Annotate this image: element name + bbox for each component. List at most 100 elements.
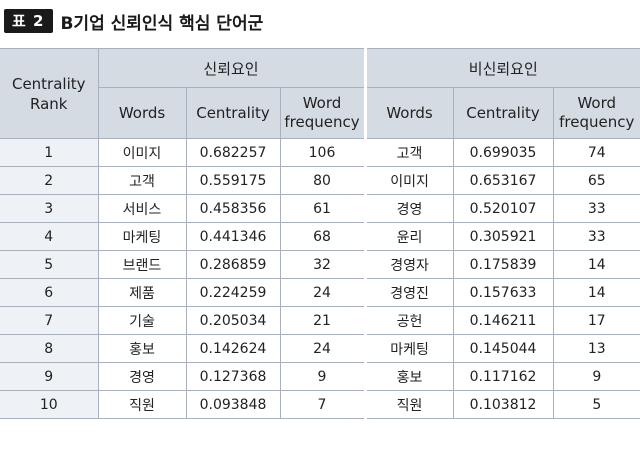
rank-cell: 9	[0, 362, 99, 391]
trust-centrality-cell: 0.142624	[185, 334, 281, 363]
distrust-frequency-cell: 9	[552, 362, 640, 391]
rank-cell: 1	[0, 138, 99, 167]
trust-frequency-cell: 68	[279, 222, 366, 251]
table-row: 7 기술 0.205034 21 공헌 0.146211 17	[0, 306, 640, 335]
trust-word-cell: 직원	[97, 390, 187, 419]
trust-frequency-cell: 9	[279, 362, 366, 391]
trust-centrality-cell: 0.682257	[185, 138, 281, 167]
distrust-frequency-cell: 14	[552, 250, 640, 279]
distrust-word-cell: 홍보	[363, 362, 454, 391]
rank-cell: 7	[0, 306, 99, 335]
centrality-table: Centrality Rank 신뢰요인 비신뢰요인 Words Central…	[0, 48, 640, 419]
distrust-words-header: Words	[363, 87, 454, 139]
trust-frequency-cell: 24	[279, 334, 366, 363]
distrust-centrality-cell: 0.117162	[452, 362, 554, 391]
trust-word-cell: 기술	[97, 306, 187, 335]
distrust-frequency-cell: 74	[552, 138, 640, 167]
rank-header: Centrality Rank	[0, 48, 99, 139]
trust-centrality-cell: 0.093848	[185, 390, 281, 419]
rank-cell: 5	[0, 250, 99, 279]
trust-frequency-cell: 21	[279, 306, 366, 335]
distrust-centrality-cell: 0.145044	[452, 334, 554, 363]
trust-group-header: 신뢰요인	[97, 48, 366, 88]
frequency-header-line1: Word	[577, 94, 617, 112]
distrust-centrality-cell: 0.157633	[452, 278, 554, 307]
distrust-centrality-cell: 0.305921	[452, 222, 554, 251]
table-row: 3 서비스 0.458356 61 경영 0.520107 33	[0, 194, 640, 223]
distrust-frequency-cell: 17	[552, 306, 640, 335]
trust-word-cell: 고객	[97, 166, 187, 195]
distrust-word-cell: 경영자	[363, 250, 454, 279]
trust-frequency-cell: 32	[279, 250, 366, 279]
frequency-header-line2: frequency	[284, 113, 360, 131]
table-row: 9 경영 0.127368 9 홍보 0.117162 9	[0, 362, 640, 391]
trust-word-cell: 경영	[97, 362, 187, 391]
rank-cell: 6	[0, 278, 99, 307]
distrust-word-cell: 고객	[363, 138, 454, 167]
rank-header-line1: Centrality	[11, 74, 86, 93]
rank-cell: 8	[0, 334, 99, 363]
table-row: 4 마케팅 0.441346 68 윤리 0.305921 33	[0, 222, 640, 251]
data-table-container: Centrality Rank 신뢰요인 비신뢰요인 Words Central…	[0, 48, 640, 419]
distrust-word-cell: 공헌	[363, 306, 454, 335]
table-row: 10 직원 0.093848 7 직원 0.103812 5	[0, 390, 640, 419]
trust-words-header: Words	[98, 87, 187, 139]
table-body: 1 이미지 0.682257 106 고객 0.699035 74 2 고객 0.559175 80…	[0, 138, 640, 419]
trust-frequency-header: Word frequency	[279, 87, 366, 139]
distrust-frequency-cell: 65	[552, 166, 640, 195]
distrust-centrality-cell: 0.699035	[452, 138, 554, 167]
trust-frequency-cell: 106	[279, 138, 366, 167]
table-row: 2 고객 0.559175 80 이미지 0.653167 65	[0, 166, 640, 195]
distrust-centrality-cell: 0.520107	[452, 194, 554, 223]
trust-frequency-cell: 61	[279, 194, 366, 223]
table-row: 5 브랜드 0.286859 32 경영자 0.175839 14	[0, 250, 640, 279]
distrust-group-header: 비신뢰요인	[363, 48, 640, 88]
rank-cell: 10	[0, 390, 99, 419]
table-title: 표 2 B기업 신뢰인식 핵심 단어군	[4, 6, 263, 36]
rank-cell: 2	[0, 166, 99, 195]
group-header-row: Centrality Rank 신뢰요인 비신뢰요인	[0, 48, 640, 139]
frequency-header-line1: Word	[302, 94, 342, 112]
distrust-word-cell: 이미지	[363, 166, 454, 195]
distrust-frequency-header: Word frequency	[552, 87, 640, 139]
trust-word-cell: 홍보	[97, 334, 187, 363]
distrust-frequency-cell: 5	[552, 390, 640, 419]
distrust-frequency-cell: 13	[552, 334, 640, 363]
rank-cell: 4	[0, 222, 99, 251]
distrust-centrality-cell: 0.103812	[452, 390, 554, 419]
trust-centrality-cell: 0.205034	[185, 306, 281, 335]
distrust-word-cell: 마케팅	[363, 334, 454, 363]
trust-centrality-cell: 0.441346	[185, 222, 281, 251]
trust-centrality-cell: 0.559175	[185, 166, 281, 195]
distrust-centrality-cell: 0.146211	[452, 306, 554, 335]
distrust-frequency-cell: 33	[552, 222, 640, 251]
distrust-centrality-header: Centrality	[452, 87, 554, 139]
trust-word-cell: 서비스	[97, 194, 187, 223]
trust-word-cell: 제품	[97, 278, 187, 307]
trust-frequency-cell: 24	[279, 278, 366, 307]
trust-centrality-cell: 0.127368	[185, 362, 281, 391]
frequency-header-line2: frequency	[559, 113, 635, 131]
distrust-centrality-cell: 0.175839	[452, 250, 554, 279]
table-number-badge: 표 2	[4, 9, 54, 33]
distrust-word-cell: 경영진	[363, 278, 454, 307]
distrust-centrality-cell: 0.653167	[452, 166, 554, 195]
table-row: 1 이미지 0.682257 106 고객 0.699035 74	[0, 138, 640, 167]
trust-centrality-header: Centrality	[185, 87, 281, 139]
trust-word-cell: 이미지	[97, 138, 187, 167]
trust-frequency-cell: 80	[279, 166, 366, 195]
trust-centrality-cell: 0.286859	[185, 250, 281, 279]
table-row: 8 홍보 0.142624 24 마케팅 0.145044 13	[0, 334, 640, 363]
table-row: 6 제품 0.224259 24 경영진 0.157633 14	[0, 278, 640, 307]
trust-centrality-cell: 0.224259	[185, 278, 281, 307]
distrust-frequency-cell: 33	[552, 194, 640, 223]
table-caption: B기업 신뢰인식 핵심 단어군	[60, 13, 264, 34]
rank-header-line2: Rank	[30, 94, 68, 113]
distrust-word-cell: 윤리	[363, 222, 454, 251]
trust-centrality-cell: 0.458356	[185, 194, 281, 223]
distrust-word-cell: 경영	[363, 194, 454, 223]
distrust-frequency-cell: 14	[552, 278, 640, 307]
rank-cell: 3	[0, 194, 99, 223]
distrust-word-cell: 직원	[363, 390, 454, 419]
trust-word-cell: 마케팅	[97, 222, 187, 251]
